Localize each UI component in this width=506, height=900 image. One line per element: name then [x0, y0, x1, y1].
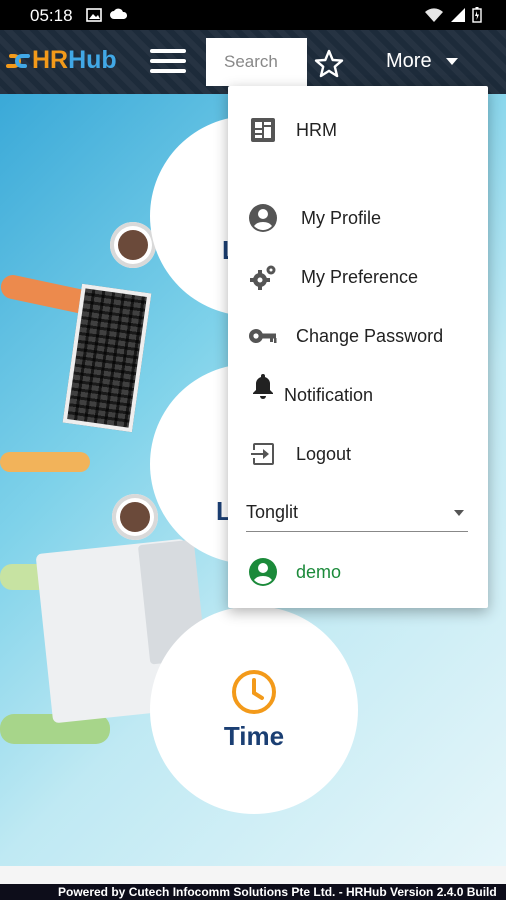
- menu-item-label: My Preference: [301, 266, 419, 287]
- menu-item-current-user[interactable]: demo: [228, 550, 488, 594]
- more-label: More: [386, 50, 432, 72]
- illustration-arm: [0, 452, 90, 472]
- gears-icon: [248, 262, 278, 292]
- link-logo-icon: [6, 53, 30, 68]
- dashboard-icon: [248, 115, 278, 145]
- star-icon[interactable]: [314, 49, 344, 79]
- image-icon: [86, 8, 102, 22]
- key-icon: [248, 321, 278, 351]
- hrhub-logo[interactable]: HR Hub: [4, 46, 117, 75]
- coffee-cup-illustration: [110, 222, 156, 268]
- account-circle-icon: [248, 557, 278, 587]
- hamburger-menu-icon[interactable]: [150, 49, 186, 77]
- wifi-icon: [425, 8, 443, 22]
- logout-icon: [248, 439, 278, 469]
- status-system-icons: [424, 7, 482, 23]
- logo-text-hr: HR: [32, 46, 69, 74]
- search-input[interactable]: [206, 38, 307, 86]
- clock-icon: [232, 669, 276, 714]
- menu-item-my-profile[interactable]: My Profile: [228, 196, 488, 240]
- status-time: 05:18: [30, 6, 73, 25]
- caret-down-icon: [454, 510, 464, 516]
- menu-item-hrm[interactable]: HRM: [228, 108, 488, 152]
- company-select[interactable]: Tonglit: [246, 494, 468, 532]
- status-bar: 05:18: [0, 0, 506, 30]
- menu-item-label: Logout: [296, 443, 352, 464]
- cloud-icon: [110, 8, 128, 19]
- menu-item-my-preference[interactable]: My Preference: [228, 255, 488, 299]
- company-select-value: Tonglit: [246, 502, 299, 522]
- time-module-label: Time: [223, 720, 285, 751]
- menu-item-change-password[interactable]: Change Password: [228, 314, 488, 358]
- footer-powered-by: Powered by Cutech Infocomm Solutions Pte…: [0, 884, 506, 900]
- menu-item-label: HRM: [296, 119, 337, 140]
- menu-item-label: Notification: [284, 384, 374, 405]
- menu-item-label: Change Password: [296, 325, 444, 346]
- bell-icon: [248, 371, 278, 401]
- menu-item-notification[interactable]: Notification: [228, 373, 488, 417]
- more-menu-button[interactable]: More: [386, 50, 458, 73]
- logo-text-hub: Hub: [68, 46, 117, 74]
- menu-item-logout[interactable]: Logout: [228, 432, 488, 476]
- more-dropdown-menu: HRM My Profile My Preference Change Pass…: [228, 86, 488, 608]
- current-user-label: demo: [296, 561, 342, 582]
- signal-icon: [451, 8, 465, 22]
- battery-icon: [472, 7, 482, 23]
- coffee-cup-illustration: [112, 494, 158, 540]
- top-app-bar: HRHub More: [0, 30, 506, 94]
- footer-strip: [0, 866, 506, 884]
- account-circle-icon: [248, 203, 278, 233]
- caret-down-icon: [445, 57, 458, 65]
- status-notification-icons: [86, 8, 128, 22]
- menu-item-label: My Profile: [301, 207, 382, 228]
- time-module-tile[interactable]: Time: [150, 606, 358, 814]
